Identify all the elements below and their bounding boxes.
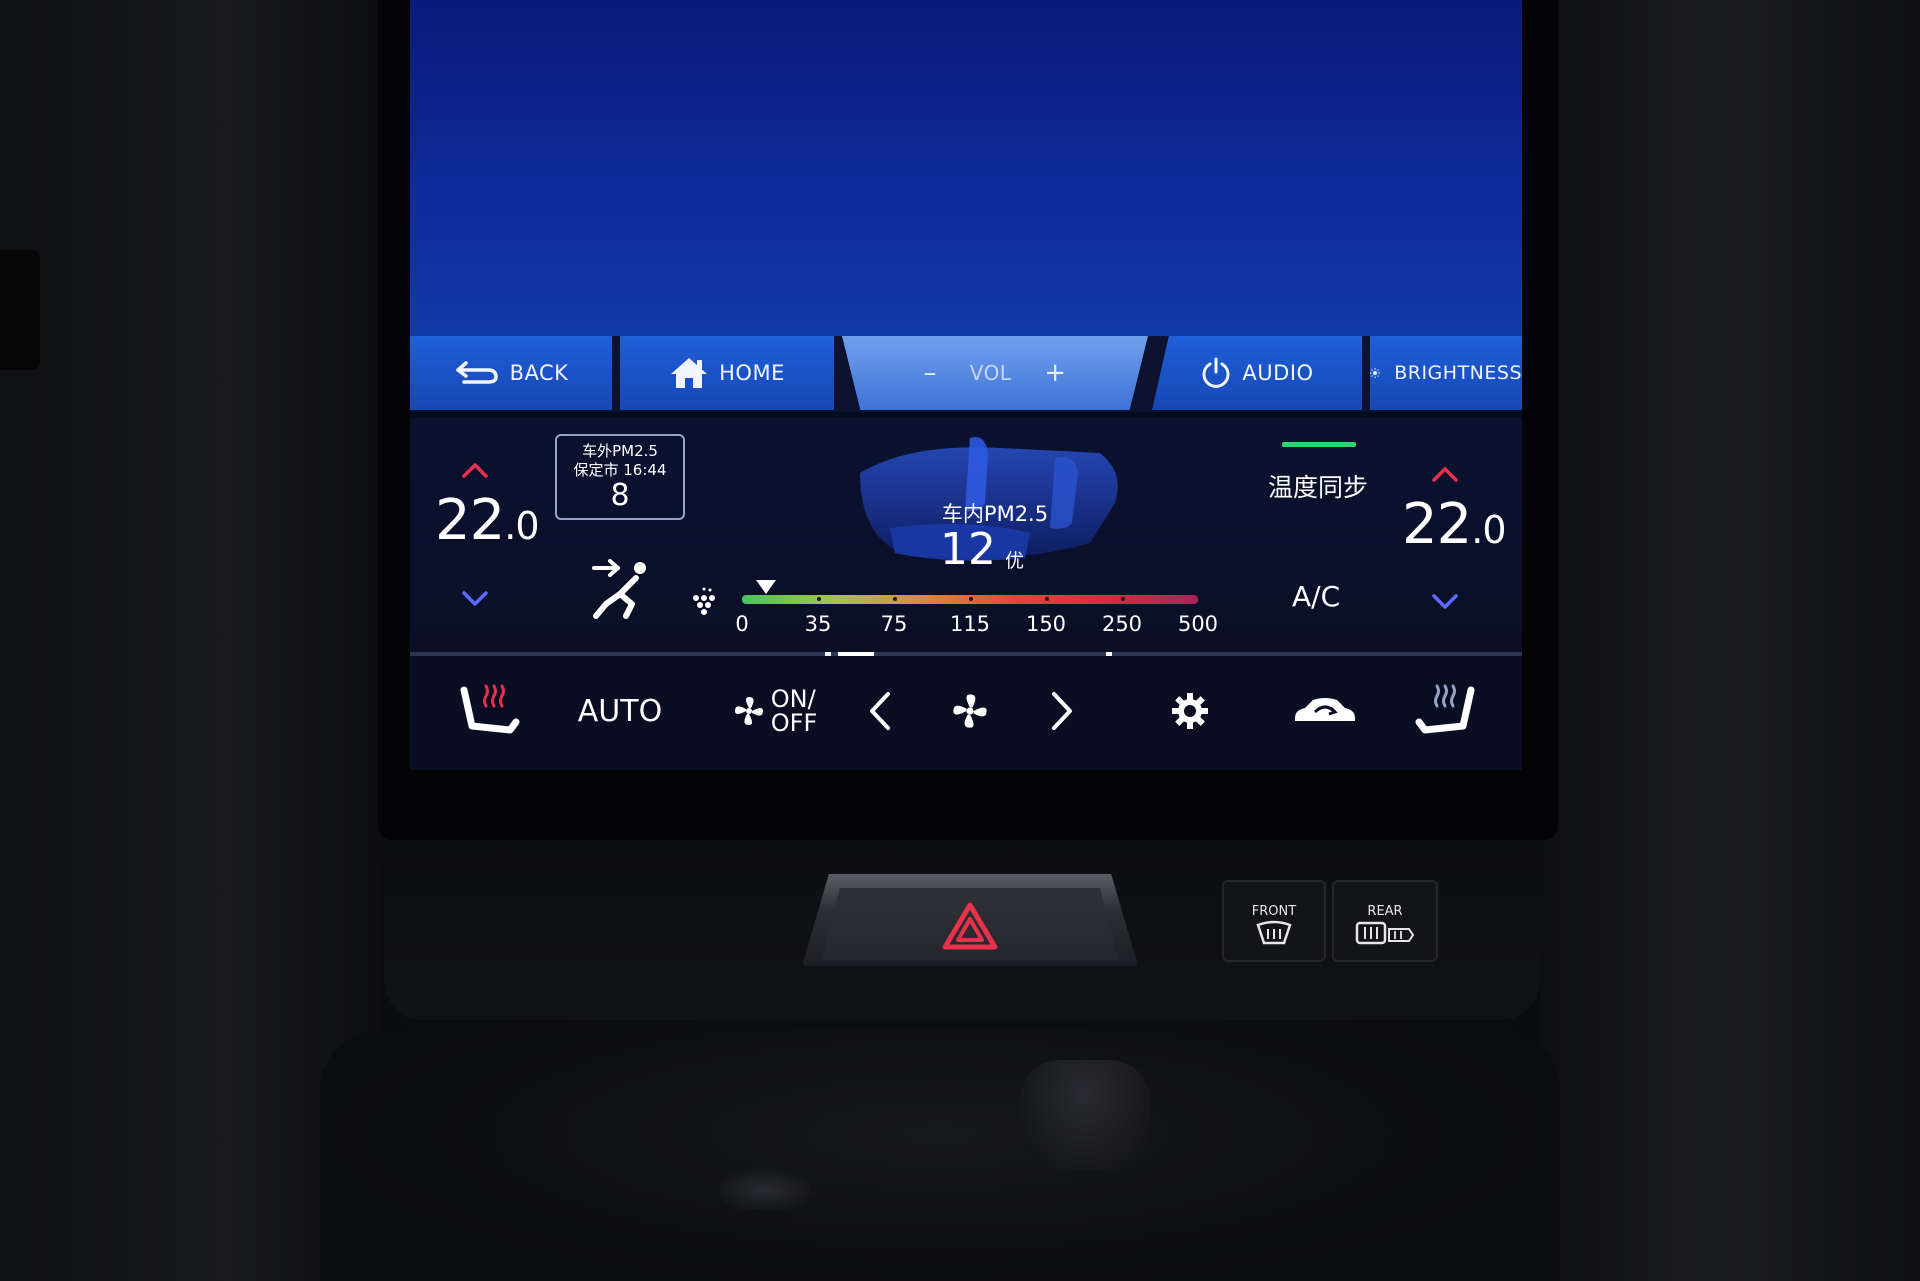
air-recirculation-button[interactable] [1280, 676, 1370, 746]
left-temperature: 22.0 [435, 488, 540, 553]
hazard-button[interactable] [822, 888, 1118, 960]
home-icon [671, 358, 708, 388]
inside-pm-value: 12 [940, 524, 996, 575]
pm-level-marker [756, 580, 776, 594]
outside-pm-value: 8 [610, 478, 630, 513]
right-temp-up-icon[interactable] [1430, 460, 1460, 490]
right-temp-decimal: .0 [1471, 508, 1506, 552]
gear-icon [1172, 693, 1208, 729]
fan-speed-indicator [935, 676, 1005, 746]
left-temp-integer: 22 [435, 488, 505, 553]
outside-pm-label: 车外PM2.5 [582, 442, 658, 460]
inside-pm-grade: 优 [1005, 550, 1025, 572]
climate-panel: 22.0 车外PM2.5 保定市 16:44 8 车内PM2.5 12 优 0 … [410, 418, 1522, 656]
chevron-right-icon [1052, 692, 1072, 730]
front-defrost-button[interactable]: FRONT [1222, 880, 1326, 962]
audio-label: AUDIO [1242, 361, 1314, 385]
car-recirculation-icon [1295, 698, 1355, 721]
temperature-sync-button[interactable]: 温度同步 [1268, 468, 1368, 504]
power-icon [1202, 357, 1230, 388]
fan-icon [734, 697, 763, 725]
scale-tick-dot [1045, 597, 1049, 601]
nav-bar: BACK HOME – VOL + AUDIO BRIGHTNESS [410, 336, 1522, 412]
fan-icon [953, 694, 987, 728]
airflow-direction-icon[interactable] [590, 558, 654, 624]
right-temp-integer: 22 [1402, 492, 1472, 557]
chevron-left-icon [870, 692, 890, 730]
scale-tick-dot [893, 597, 897, 601]
settings-button[interactable] [1150, 676, 1230, 746]
hazard-triangle-icon [942, 902, 998, 950]
center-console-storage [320, 1030, 1560, 1281]
off-label: OFF [770, 709, 818, 737]
volume-up-button[interactable]: + [1044, 358, 1066, 388]
back-button[interactable]: BACK [410, 336, 612, 410]
dashboard-right-panel [1540, 0, 1920, 1281]
back-label: BACK [509, 361, 569, 385]
left-temp-up-icon[interactable] [460, 456, 490, 486]
particle-icon [693, 587, 715, 615]
volume-label: VOL [969, 361, 1012, 385]
scale-tick-dot [969, 597, 973, 601]
on-label: ON/ [770, 685, 816, 713]
right-temp-down-icon[interactable] [1430, 586, 1460, 616]
rear-defrost-button[interactable]: REAR [1332, 880, 1438, 962]
back-arrow-icon [455, 361, 498, 384]
rear-defrost-icon [1355, 921, 1415, 945]
left-temp-decimal: .0 [504, 504, 539, 548]
fan-power-button[interactable]: ON/ OFF [710, 676, 840, 746]
climate-control-row: AUTO ON/ OFF [410, 656, 1522, 770]
scale-tick-label: 250 [1101, 612, 1143, 636]
volume-down-button[interactable]: – [923, 358, 937, 388]
main-display-area [410, 0, 1522, 336]
scale-tick-label: 115 [949, 612, 991, 636]
scale-tick-label: 35 [804, 612, 832, 636]
car-dashboard: BACK HOME – VOL + AUDIO BRIGHTNESS 22.0 … [0, 0, 1920, 1281]
scale-tick-label: 0 [735, 612, 749, 636]
outside-pm-box: 车外PM2.5 保定市 16:44 8 [555, 434, 685, 520]
ac-button[interactable]: A/C [1292, 580, 1340, 613]
scale-tick-dot [817, 597, 821, 601]
on-off-label: ON/ OFF [771, 687, 818, 735]
front-defrost-icon [1256, 920, 1292, 945]
infotainment-screen: BACK HOME – VOL + AUDIO BRIGHTNESS 22.0 … [410, 0, 1522, 770]
console-emblem [720, 1170, 810, 1210]
front-defrost-label: FRONT [1251, 904, 1297, 919]
brightness-button[interactable]: BRIGHTNESS [1370, 336, 1522, 410]
scale-tick-label: 500 [1177, 612, 1219, 636]
scale-tick-label: 150 [1025, 612, 1067, 636]
drive-mode-knob[interactable] [1020, 1060, 1150, 1170]
scale-tick-label: 75 [880, 612, 908, 636]
audio-button[interactable]: AUDIO [1152, 336, 1362, 410]
volume-control: – VOL + [842, 336, 1148, 410]
scale-tick-dot [1121, 597, 1125, 601]
seat-heat-icon [460, 684, 520, 734]
sync-indicator [1282, 442, 1356, 447]
rear-defrost-label: REAR [1367, 904, 1403, 919]
air-vent [0, 250, 40, 370]
sun-moon-icon [1370, 367, 1389, 379]
fan-speed-up-button[interactable] [1032, 676, 1092, 746]
left-seat-heat-button[interactable] [450, 676, 530, 746]
auto-button[interactable]: AUTO [560, 676, 680, 746]
home-label: HOME [719, 361, 785, 385]
fan-speed-down-button[interactable] [850, 676, 910, 746]
seat-heat-icon [1415, 684, 1475, 734]
left-temp-down-icon[interactable] [460, 583, 490, 613]
right-seat-heat-button[interactable] [1400, 676, 1490, 746]
home-button[interactable]: HOME [620, 336, 834, 410]
right-temperature: 22.0 [1402, 492, 1507, 557]
brightness-label: BRIGHTNESS [1394, 362, 1522, 384]
